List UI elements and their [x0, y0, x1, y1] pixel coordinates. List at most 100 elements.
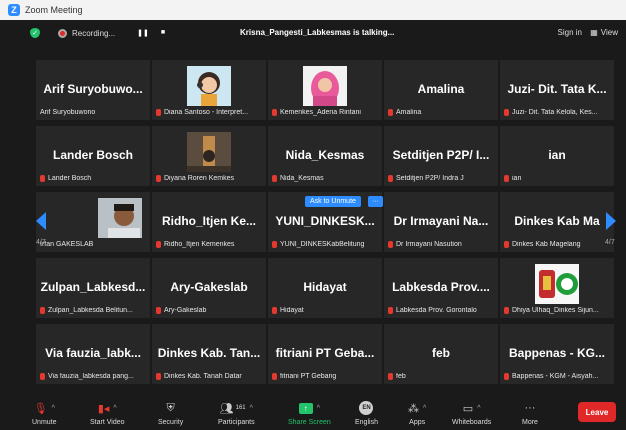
apps-button[interactable]: ⁂ ^ Apps — [408, 400, 426, 427]
participant-tile[interactable]: Juzi- Dit. Tata K... Juzi- Dit. Tata Kelo… — [500, 60, 614, 120]
participant-tile[interactable]: Lander Bosch Lander Bosch — [36, 126, 150, 186]
unmute-button[interactable]: 🎙︎ ^ Unmute — [32, 400, 57, 427]
muted-microphone-icon — [40, 175, 45, 182]
share-screen-button[interactable]: ↑ ^ Share Screen — [288, 400, 331, 426]
participant-name-label: Dhiya Ulhaq_Dinkes Sijun... — [504, 307, 612, 314]
participant-name-label: Kemenkes_Aderia Rintani — [272, 109, 380, 116]
participant-tile[interactable]: Labkesda Prov.... Labkesda Prov. Gorontal… — [384, 258, 498, 318]
chevron-up-icon[interactable]: ^ — [113, 405, 116, 412]
view-button[interactable]: ▦ View — [590, 28, 618, 37]
participant-tile[interactable]: fitriani PT Geba... fitriani PT Gebang — [268, 324, 382, 384]
participant-name-label: Zulpan_Labkesda Belitun... — [40, 307, 148, 314]
participant-display-name: Via fauzia_labk... — [45, 346, 141, 360]
participant-tile[interactable]: Arif Suryobuwo... Arif Suryobuwono — [36, 60, 150, 120]
leave-button[interactable]: Leave — [578, 402, 616, 422]
security-button[interactable]: ⛨ Security — [158, 400, 183, 427]
whiteboards-button[interactable]: ▭ ^ Whiteboards — [452, 400, 492, 427]
participants-button[interactable]: 👥︎ 161 ^ Participants — [218, 400, 255, 427]
participant-display-name: Juzi- Dit. Tata K... — [507, 82, 607, 96]
participant-display-name: Ridho_Itjen Ke... — [161, 214, 256, 228]
participant-label-text: feb — [396, 373, 406, 380]
chevron-up-icon[interactable]: ^ — [477, 405, 480, 412]
participant-display-name: Lander Bosch — [52, 148, 133, 162]
participant-tile[interactable]: Via fauzia_labk... Via fauzia_labkesda pa… — [36, 324, 150, 384]
stop-recording-icon[interactable]: ■ — [161, 29, 165, 37]
active-speaker-label: Krisna_Pangesti_Labkesmas is talking... — [240, 28, 395, 37]
participant-photo — [98, 198, 142, 238]
whiteboards-label: Whiteboards — [452, 419, 492, 426]
participant-name-label: Amalina — [388, 109, 496, 116]
muted-microphone-icon — [156, 241, 161, 248]
participant-tile[interactable]: Bappenas - KG... Bappenas - KGM - Aisyah.… — [500, 324, 614, 384]
participant-tile[interactable]: Amalina Amalina — [384, 60, 498, 120]
chevron-up-icon[interactable]: ^ — [317, 405, 320, 412]
participant-name-label: Dinkes Kab Magelang — [504, 241, 612, 248]
participant-label-text: Nida_Kesmas — [280, 175, 324, 182]
participant-photo — [535, 264, 579, 304]
participant-label-text: Diana Santoso - Interpret... — [164, 109, 249, 116]
chevron-up-icon[interactable]: ^ — [423, 405, 426, 412]
participant-tile[interactable]: Kemenkes_Aderia Rintani — [268, 60, 382, 120]
ask-to-unmute-button[interactable]: Ask to Unmute — [305, 196, 361, 207]
chevron-up-icon[interactable]: ^ — [52, 405, 55, 412]
participant-tile[interactable]: Dinkes Kab. Tan... Dinkes Kab. Tanah Data… — [152, 324, 266, 384]
participant-tile[interactable]: feb feb — [384, 324, 498, 384]
next-page-arrow-icon[interactable] — [606, 212, 616, 230]
more-button[interactable]: ··· More — [522, 400, 538, 426]
participant-display-name: Labkesda Prov.... — [392, 280, 490, 294]
participant-tile[interactable]: Irfan GAKESLAB — [36, 192, 150, 252]
participant-name-label: Nida_Kesmas — [272, 175, 380, 182]
sign-in-link[interactable]: Sign in — [558, 28, 582, 37]
participant-tile[interactable]: Diana Santoso - Interpret... — [152, 60, 266, 120]
participant-name-label: Dr Irmayani Nasution — [388, 241, 496, 248]
participant-name-label: Ridho_Itjen Kemenkes — [156, 241, 264, 248]
tile-more-options-button[interactable]: ··· — [368, 196, 383, 207]
participant-display-name: Dinkes Kab. Tan... — [157, 346, 261, 360]
muted-microphone-icon — [156, 175, 161, 182]
share-screen-label: Share Screen — [288, 419, 331, 426]
muted-microphone-icon — [272, 175, 277, 182]
participant-label-text: Diyana Roren Kemkes — [164, 175, 235, 182]
participant-tile[interactable]: Diyana Roren Kemkes — [152, 126, 266, 186]
participants-label: Participants — [218, 419, 255, 426]
start-video-button[interactable]: ▮◂ ^ Start Video — [90, 400, 125, 427]
video-off-icon: ▮◂ — [97, 402, 110, 415]
security-shield-icon[interactable]: ✓ — [30, 28, 40, 38]
language-button[interactable]: EN English — [355, 400, 378, 426]
language-icon: EN — [359, 401, 374, 415]
participant-label-text: Dhiya Ulhaq_Dinkes Sijun... — [512, 307, 599, 314]
grid-view-icon: ▦ — [590, 28, 598, 37]
participant-tile[interactable]: Dr Irmayani Na... Dr Irmayani Nasution — [384, 192, 498, 252]
participant-tile[interactable]: Hidayat Hidayat — [268, 258, 382, 318]
pause-recording-icon[interactable]: ❚❚ — [137, 29, 149, 37]
participant-label-text: Ary-Gakeslab — [164, 307, 207, 314]
participant-display-name: ian — [548, 148, 566, 162]
participant-label-text: Ridho_Itjen Kemenkes — [164, 241, 235, 248]
participant-tile[interactable]: ian ian — [500, 126, 614, 186]
participant-label-text: Irfan GAKESLAB — [40, 241, 94, 248]
language-label: English — [355, 419, 378, 426]
participant-tile[interactable]: Ary-Gakeslab Ary-Gakeslab — [152, 258, 266, 318]
participant-name-label: Via fauzia_labkesda pang... — [40, 373, 148, 380]
window-titlebar: Z Zoom Meeting — [0, 0, 626, 20]
chevron-up-icon[interactable]: ^ — [250, 405, 253, 412]
participant-tile[interactable]: Zulpan_Labkesd... Zulpan_Labkesda Belitun… — [36, 258, 150, 318]
participant-display-name: YUNI_DINKESK... — [275, 214, 375, 228]
participant-name-label: ian — [504, 175, 612, 182]
more-dots-icon: ··· — [524, 402, 536, 414]
meeting-toolbar: 🎙︎ ^ Unmute ▮◂ ^ Start Video ⛨ Security 👥︎… — [20, 394, 620, 430]
participants-icon: 👥︎ — [219, 402, 234, 415]
participant-tile[interactable]: Dinkes Kab Ma Dinkes Kab Magelang — [500, 192, 614, 252]
participant-display-name: Arif Suryobuwo... — [43, 82, 143, 96]
participant-tile[interactable]: Nida_Kesmas Nida_Kesmas — [268, 126, 382, 186]
participant-name-label: Juzi- Dit. Tata Kelola, Kes... — [504, 109, 612, 116]
participant-display-name: feb — [432, 346, 450, 360]
participant-tile[interactable]: Setditjen P2P/ I... Setditjen P2P/ Indra … — [384, 126, 498, 186]
participant-label-text: fitriani PT Gebang — [280, 373, 337, 380]
previous-page-arrow-icon[interactable] — [36, 212, 46, 230]
participant-name-label: Labkesda Prov. Gorontalo — [388, 307, 496, 314]
participant-label-text: Labkesda Prov. Gorontalo — [396, 307, 477, 314]
participant-tile[interactable]: Dhiya Ulhaq_Dinkes Sijun... — [500, 258, 614, 318]
participant-label-text: Via fauzia_labkesda pang... — [48, 373, 134, 380]
participant-tile[interactable]: Ridho_Itjen Ke... Ridho_Itjen Kemenkes — [152, 192, 266, 252]
